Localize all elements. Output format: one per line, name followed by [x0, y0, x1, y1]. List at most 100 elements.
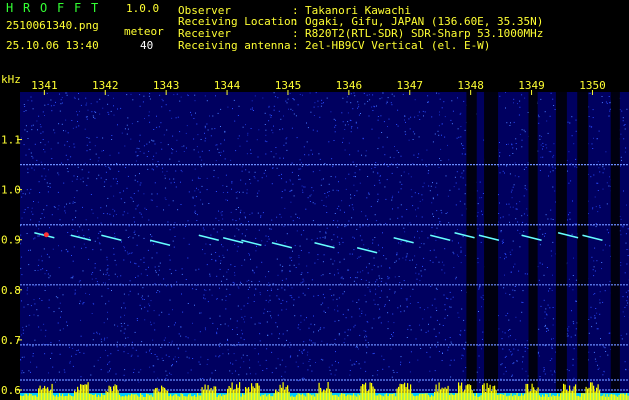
amplitude-bar	[575, 384, 577, 400]
noise-dot	[428, 101, 429, 103]
noise-dot	[321, 99, 323, 101]
amplitude-bar	[516, 393, 518, 400]
noise-dot	[367, 248, 369, 250]
noise-dot	[517, 229, 519, 231]
noise-dot	[237, 191, 239, 193]
amplitude-bar	[105, 390, 107, 400]
noise-dot	[138, 235, 140, 237]
amplitude-bar	[93, 394, 95, 400]
noise-dot	[230, 211, 232, 213]
noise-dot	[220, 126, 221, 127]
amplitude-bar	[350, 395, 352, 400]
amplitude-bar	[180, 393, 182, 400]
noise-dot	[242, 191, 244, 193]
amplitude-bar	[494, 385, 496, 400]
noise-dot	[82, 270, 84, 272]
noise-dot	[154, 143, 156, 145]
noise-dot	[141, 341, 143, 343]
noise-dot	[378, 286, 380, 287]
noise-dot	[154, 283, 156, 285]
noise-dot	[292, 98, 293, 99]
noise-dot	[596, 260, 598, 262]
amplitude-bar	[504, 393, 506, 400]
noise-dot	[409, 222, 411, 224]
noise-dot	[326, 343, 328, 345]
noise-dot	[29, 249, 31, 251]
noise-dot	[71, 255, 72, 256]
noise-dot	[263, 172, 265, 174]
noise-dot	[96, 178, 98, 180]
noise-dot	[620, 234, 622, 236]
noise-dot	[269, 228, 271, 230]
noise-dot	[286, 330, 288, 332]
amplitude-bar	[155, 388, 157, 400]
noise-dot	[96, 101, 98, 103]
noise-dot	[444, 304, 446, 306]
noise-dot	[347, 329, 349, 331]
amplitude-bar	[311, 395, 313, 400]
noise-dot	[134, 179, 136, 181]
noise-dot	[365, 339, 367, 341]
noise-dot	[320, 304, 322, 306]
noise-dot	[460, 262, 462, 264]
noise-dot	[318, 153, 320, 155]
amplitude-bar	[174, 393, 176, 400]
noise-dot	[137, 121, 139, 123]
noise-dot	[348, 173, 350, 175]
noise-dot	[49, 227, 50, 229]
noise-dot	[441, 212, 443, 214]
noise-dot	[220, 260, 222, 262]
noise-dot	[134, 233, 136, 235]
amplitude-bar	[317, 393, 319, 400]
noise-dot	[82, 177, 84, 179]
noise-dot	[591, 326, 593, 328]
noise-dot	[626, 108, 628, 110]
noise-dot	[222, 185, 224, 187]
noise-dot	[88, 171, 90, 173]
noise-dot	[259, 364, 261, 366]
noise-dot	[98, 157, 100, 159]
noise-dot	[433, 216, 434, 217]
amplitude-bar	[530, 391, 532, 400]
noise-dot	[594, 358, 596, 360]
noise-dot	[117, 108, 118, 110]
noise-dot	[230, 318, 232, 320]
noise-dot	[264, 244, 266, 246]
noise-dot	[397, 109, 399, 111]
noise-dot	[239, 218, 241, 220]
noise-dot	[74, 289, 76, 291]
noise-dot	[590, 126, 592, 128]
noise-dot	[410, 189, 412, 191]
noise-dot	[449, 364, 451, 366]
noise-dot	[114, 236, 116, 238]
noise-dot	[334, 343, 336, 345]
noise-dot	[246, 373, 248, 375]
noise-dot	[303, 341, 305, 343]
noise-dot	[385, 103, 387, 105]
amplitude-bar	[68, 393, 70, 400]
noise-dot	[415, 338, 417, 340]
noise-dot	[303, 146, 305, 148]
amplitude-bar	[147, 394, 149, 400]
noise-dot	[427, 237, 429, 239]
noise-dot	[354, 324, 356, 326]
noise-dot	[568, 370, 570, 372]
noise-dot	[220, 154, 221, 156]
amplitude-bar	[219, 393, 221, 400]
noise-dot	[265, 299, 267, 301]
noise-dot	[59, 219, 61, 221]
noise-dot	[245, 183, 247, 185]
amplitude-bar	[291, 395, 293, 400]
noise-dot	[355, 176, 356, 178]
noise-dot	[72, 260, 74, 262]
amplitude-bar	[522, 395, 524, 400]
amplitude-bar	[591, 382, 593, 400]
noise-dot	[321, 179, 323, 181]
amplitude-bar	[425, 393, 427, 400]
amplitude-bar	[431, 395, 433, 400]
noise-dot	[417, 230, 418, 232]
noise-dot	[99, 113, 101, 115]
noise-dot	[435, 256, 437, 258]
noise-dot	[482, 331, 484, 333]
noise-dot	[84, 128, 86, 130]
